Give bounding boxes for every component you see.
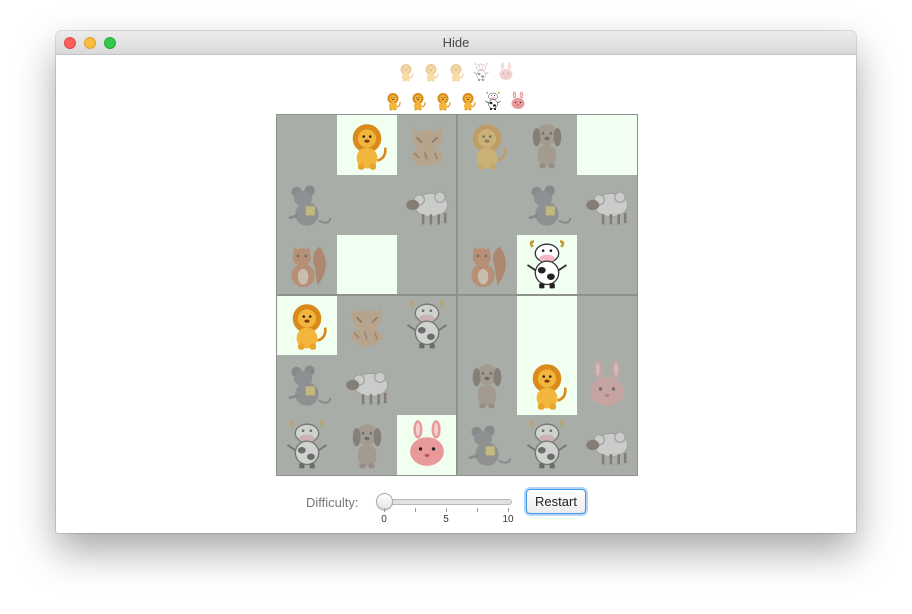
slider-tick: [477, 508, 478, 512]
board-cell[interactable]: [277, 355, 337, 415]
board-cell[interactable]: [337, 235, 397, 295]
restart-button[interactable]: Restart: [526, 489, 586, 514]
dog-icon: [461, 359, 513, 411]
board-cell[interactable]: [277, 415, 337, 475]
cow-icon: [521, 239, 573, 291]
slider-tick: [384, 508, 385, 512]
board-cell[interactable]: [457, 355, 517, 415]
board-cell[interactable]: [577, 175, 637, 235]
board-cell[interactable]: [517, 295, 577, 355]
board-cell[interactable]: [397, 355, 457, 415]
dog-icon: [341, 419, 393, 471]
lion-icon: [408, 89, 428, 111]
board-cell[interactable]: [517, 415, 577, 475]
difficulty-label: Difficulty:: [306, 495, 359, 510]
lion-icon: [396, 60, 416, 82]
board-cell[interactable]: [577, 295, 637, 355]
board-cell[interactable]: [277, 235, 337, 295]
game-board: [276, 114, 638, 476]
cow-icon: [521, 419, 573, 471]
board-cell[interactable]: [577, 235, 637, 295]
mouse-icon: [461, 419, 513, 471]
board-cell[interactable]: [457, 295, 517, 355]
board-cell[interactable]: [577, 415, 637, 475]
slider-tick-label-max: 10: [502, 514, 514, 525]
mouse-icon: [281, 359, 333, 411]
board-cell[interactable]: [337, 355, 397, 415]
title-bar: Hide: [56, 31, 856, 55]
board-cell[interactable]: [517, 175, 577, 235]
mouse-icon: [521, 179, 573, 231]
board-cell[interactable]: [277, 115, 337, 175]
lion-icon: [341, 119, 393, 171]
slider-tick: [508, 508, 509, 512]
board-cell[interactable]: [577, 355, 637, 415]
sheep-icon: [581, 179, 633, 231]
lion-icon: [458, 89, 478, 111]
lion-icon: [281, 299, 333, 351]
board-cell[interactable]: [517, 115, 577, 175]
rabbit-icon: [401, 419, 453, 471]
sheep-icon: [341, 359, 393, 411]
target-animals-tray: [383, 89, 528, 111]
lion-icon: [446, 60, 466, 82]
board-cell[interactable]: [397, 175, 457, 235]
sheep-icon: [581, 419, 633, 471]
board-cell[interactable]: [337, 295, 397, 355]
found-animals-tray: [396, 60, 516, 82]
slider-tick: [446, 508, 447, 512]
rabbit-icon: [581, 359, 633, 411]
game-window: Hide Difficulty: 0 5 10 Restart: [56, 31, 856, 533]
squirrel-icon: [461, 239, 513, 291]
board-cell[interactable]: [397, 295, 457, 355]
rabbit-icon: [508, 89, 528, 111]
mouse-icon: [281, 179, 333, 231]
board-cell[interactable]: [457, 175, 517, 235]
lion-icon: [461, 119, 513, 171]
board-cell[interactable]: [397, 115, 457, 175]
cat-icon: [401, 119, 453, 171]
squirrel-icon: [281, 239, 333, 291]
cow-icon: [483, 89, 503, 111]
board-cell[interactable]: [457, 415, 517, 475]
lion-icon: [521, 359, 573, 411]
controls-bar: Difficulty: 0 5 10 Restart: [56, 486, 856, 526]
board-cell[interactable]: [277, 175, 337, 235]
cow-icon: [471, 60, 491, 82]
dog-icon: [521, 119, 573, 171]
sheep-icon: [401, 179, 453, 231]
board-cell[interactable]: [397, 235, 457, 295]
board-cell[interactable]: [517, 355, 577, 415]
board-cell[interactable]: [337, 115, 397, 175]
lion-icon: [421, 60, 441, 82]
lion-icon: [433, 89, 453, 111]
slider-tick-label-mid: 5: [443, 514, 449, 525]
board-cell[interactable]: [337, 175, 397, 235]
slider-tick-label-min: 0: [381, 514, 387, 525]
cow-icon: [281, 419, 333, 471]
board-cell[interactable]: [397, 415, 457, 475]
difficulty-slider-track[interactable]: [380, 499, 512, 505]
slider-tick: [415, 508, 416, 512]
board-cell[interactable]: [457, 115, 517, 175]
board-cell[interactable]: [517, 235, 577, 295]
cat-icon: [341, 299, 393, 351]
board-cell[interactable]: [337, 415, 397, 475]
rabbit-icon: [496, 60, 516, 82]
lion-icon: [383, 89, 403, 111]
cow-icon: [401, 299, 453, 351]
board-cell[interactable]: [577, 115, 637, 175]
board-cell[interactable]: [457, 235, 517, 295]
window-title: Hide: [442, 35, 470, 50]
board-divider-horizontal: [277, 294, 637, 296]
board-cell[interactable]: [277, 295, 337, 355]
